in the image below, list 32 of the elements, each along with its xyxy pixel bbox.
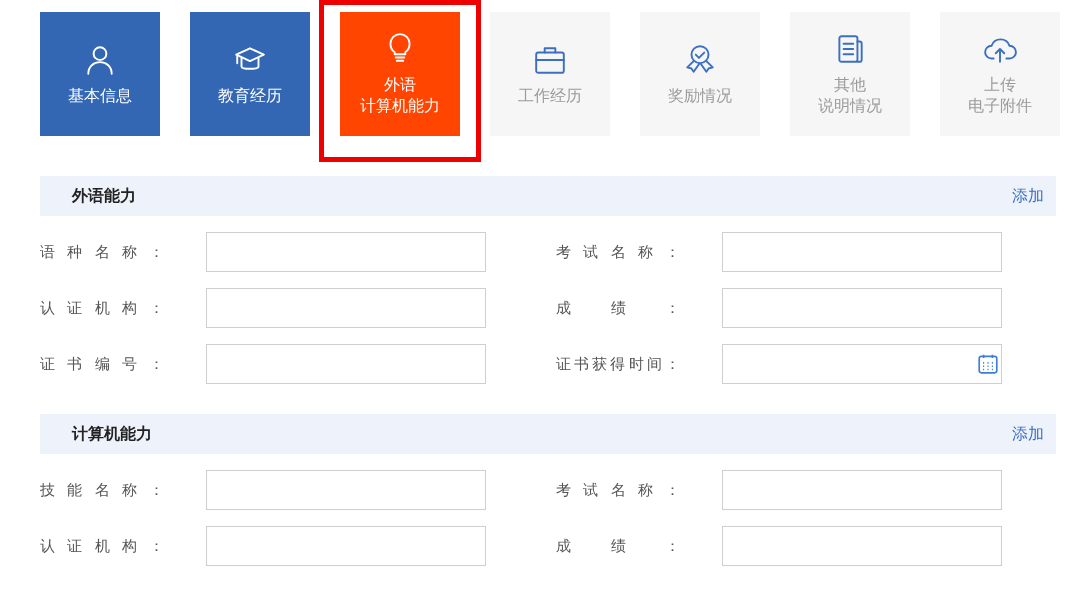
step-tab[interactable]: 基本信息	[40, 12, 160, 136]
field-label: 成绩：	[556, 298, 680, 318]
input-field[interactable]	[722, 470, 1002, 510]
step-tab[interactable]: 其他 说明情况	[790, 12, 910, 136]
input-field[interactable]	[722, 344, 1002, 384]
field-label: 技能名称：	[40, 480, 164, 500]
step-tab[interactable]: 教育经历	[190, 12, 310, 136]
input-field[interactable]	[206, 232, 486, 272]
add-link[interactable]: 添加	[1012, 185, 1044, 207]
field-label: 考试名称：	[556, 242, 680, 262]
input-field[interactable]	[206, 470, 486, 510]
field-label: 语种名称：	[40, 242, 164, 262]
calendar-icon[interactable]	[977, 353, 999, 375]
input-field[interactable]	[206, 526, 486, 566]
field-label: 证书编号：	[40, 354, 164, 374]
step-tab[interactable]: 外语 计算机能力	[340, 12, 460, 136]
step-tab[interactable]: 上传 电子附件	[940, 12, 1060, 136]
step-tab[interactable]: 奖励情况	[640, 12, 760, 136]
section-title: 外语能力	[72, 185, 136, 207]
field-label: 认证机构：	[40, 536, 164, 556]
input-field[interactable]	[206, 344, 486, 384]
input-field[interactable]	[722, 288, 1002, 328]
step-tab[interactable]: 工作经历	[490, 12, 610, 136]
section-title: 计算机能力	[72, 423, 152, 445]
field-label: 证书获得时间：	[556, 354, 680, 374]
input-field[interactable]	[722, 232, 1002, 272]
input-field[interactable]	[722, 526, 1002, 566]
input-field[interactable]	[206, 288, 486, 328]
add-link[interactable]: 添加	[1012, 423, 1044, 445]
field-label: 认证机构：	[40, 298, 164, 318]
field-label: 考试名称：	[556, 480, 680, 500]
field-label: 成绩：	[556, 536, 680, 556]
